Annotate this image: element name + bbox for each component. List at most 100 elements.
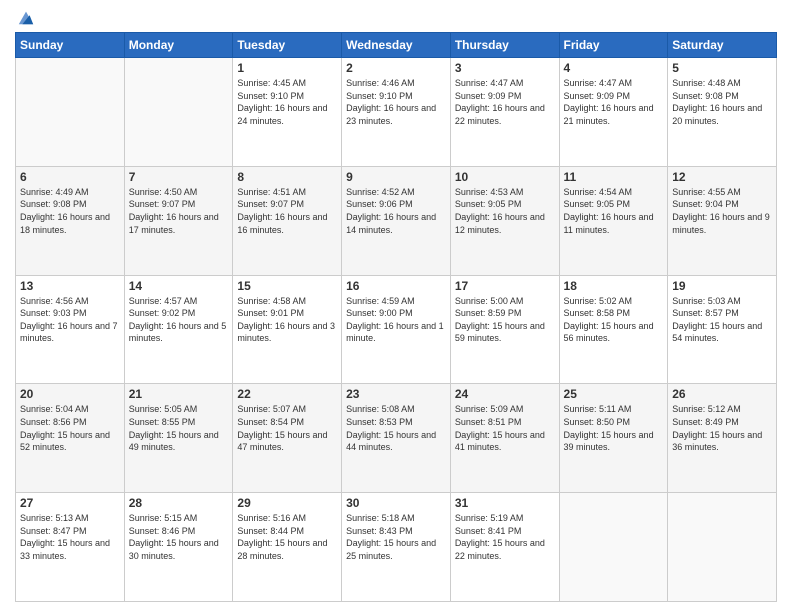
calendar-cell: 11 Sunrise: 4:54 AMSunset: 9:05 PMDayligh… [559, 166, 668, 275]
cell-info: Sunrise: 5:15 AMSunset: 8:46 PMDaylight:… [129, 512, 229, 562]
calendar-cell: 15 Sunrise: 4:58 AMSunset: 9:01 PMDayligh… [233, 275, 342, 384]
page: SundayMondayTuesdayWednesdayThursdayFrid… [0, 0, 792, 612]
day-number: 13 [20, 279, 120, 293]
calendar-cell: 18 Sunrise: 5:02 AMSunset: 8:58 PMDayligh… [559, 275, 668, 384]
calendar-cell: 7 Sunrise: 4:50 AMSunset: 9:07 PMDaylight… [124, 166, 233, 275]
cell-info: Sunrise: 5:18 AMSunset: 8:43 PMDaylight:… [346, 512, 446, 562]
weekday-header-friday: Friday [559, 33, 668, 58]
calendar-cell [16, 58, 125, 167]
calendar-week-row: 1 Sunrise: 4:45 AMSunset: 9:10 PMDaylight… [16, 58, 777, 167]
cell-info: Sunrise: 4:46 AMSunset: 9:10 PMDaylight:… [346, 77, 446, 127]
calendar-cell: 10 Sunrise: 4:53 AMSunset: 9:05 PMDayligh… [450, 166, 559, 275]
cell-info: Sunrise: 4:59 AMSunset: 9:00 PMDaylight:… [346, 295, 446, 345]
calendar-cell: 28 Sunrise: 5:15 AMSunset: 8:46 PMDayligh… [124, 493, 233, 602]
day-number: 21 [129, 387, 229, 401]
logo-icon [17, 8, 35, 26]
calendar-week-row: 13 Sunrise: 4:56 AMSunset: 9:03 PMDayligh… [16, 275, 777, 384]
day-number: 8 [237, 170, 337, 184]
calendar-cell: 20 Sunrise: 5:04 AMSunset: 8:56 PMDayligh… [16, 384, 125, 493]
calendar-cell: 19Sunrise: 5:03 AMSunset: 8:57 PMDayligh… [668, 275, 777, 384]
day-number: 18 [564, 279, 664, 293]
weekday-header-row: SundayMondayTuesdayWednesdayThursdayFrid… [16, 33, 777, 58]
day-number: 28 [129, 496, 229, 510]
calendar-cell: 30Sunrise: 5:18 AMSunset: 8:43 PMDayligh… [342, 493, 451, 602]
day-number: 26 [672, 387, 772, 401]
cell-info: Sunrise: 5:13 AMSunset: 8:47 PMDaylight:… [20, 512, 120, 562]
calendar-cell: 22Sunrise: 5:07 AMSunset: 8:54 PMDayligh… [233, 384, 342, 493]
calendar-cell: 24 Sunrise: 5:09 AMSunset: 8:51 PMDayligh… [450, 384, 559, 493]
cell-info: Sunrise: 4:47 AMSunset: 9:09 PMDaylight:… [455, 77, 555, 127]
day-number: 4 [564, 61, 664, 75]
calendar-cell: 2 Sunrise: 4:46 AMSunset: 9:10 PMDaylight… [342, 58, 451, 167]
calendar-cell: 5Sunrise: 4:48 AMSunset: 9:08 PMDaylight… [668, 58, 777, 167]
weekday-header-thursday: Thursday [450, 33, 559, 58]
calendar-cell: 25Sunrise: 5:11 AMSunset: 8:50 PMDayligh… [559, 384, 668, 493]
cell-info: Sunrise: 5:00 AMSunset: 8:59 PMDaylight:… [455, 295, 555, 345]
calendar-cell: 1 Sunrise: 4:45 AMSunset: 9:10 PMDaylight… [233, 58, 342, 167]
cell-info: Sunrise: 4:50 AMSunset: 9:07 PMDaylight:… [129, 186, 229, 236]
day-number: 16 [346, 279, 446, 293]
logo [15, 10, 35, 26]
day-number: 31 [455, 496, 555, 510]
calendar-cell [668, 493, 777, 602]
calendar-cell: 17Sunrise: 5:00 AMSunset: 8:59 PMDayligh… [450, 275, 559, 384]
cell-info: Sunrise: 4:56 AMSunset: 9:03 PMDaylight:… [20, 295, 120, 345]
day-number: 29 [237, 496, 337, 510]
day-number: 23 [346, 387, 446, 401]
day-number: 22 [237, 387, 337, 401]
cell-info: Sunrise: 4:58 AMSunset: 9:01 PMDaylight:… [237, 295, 337, 345]
cell-info: Sunrise: 4:57 AMSunset: 9:02 PMDaylight:… [129, 295, 229, 345]
calendar-cell: 8 Sunrise: 4:51 AMSunset: 9:07 PMDaylight… [233, 166, 342, 275]
calendar-cell: 23Sunrise: 5:08 AMSunset: 8:53 PMDayligh… [342, 384, 451, 493]
calendar-cell: 13 Sunrise: 4:56 AMSunset: 9:03 PMDayligh… [16, 275, 125, 384]
day-number: 1 [237, 61, 337, 75]
cell-info: Sunrise: 4:54 AMSunset: 9:05 PMDaylight:… [564, 186, 664, 236]
cell-info: Sunrise: 4:52 AMSunset: 9:06 PMDaylight:… [346, 186, 446, 236]
day-number: 2 [346, 61, 446, 75]
day-number: 10 [455, 170, 555, 184]
day-number: 15 [237, 279, 337, 293]
calendar-cell: 3 Sunrise: 4:47 AMSunset: 9:09 PMDaylight… [450, 58, 559, 167]
weekday-header-tuesday: Tuesday [233, 33, 342, 58]
day-number: 14 [129, 279, 229, 293]
calendar-cell: 4 Sunrise: 4:47 AMSunset: 9:09 PMDaylight… [559, 58, 668, 167]
day-number: 7 [129, 170, 229, 184]
cell-info: Sunrise: 4:53 AMSunset: 9:05 PMDaylight:… [455, 186, 555, 236]
cell-info: Sunrise: 4:51 AMSunset: 9:07 PMDaylight:… [237, 186, 337, 236]
calendar-week-row: 20 Sunrise: 5:04 AMSunset: 8:56 PMDayligh… [16, 384, 777, 493]
calendar-cell: 31 Sunrise: 5:19 AMSunset: 8:41 PMDayligh… [450, 493, 559, 602]
calendar-cell: 6 Sunrise: 4:49 AMSunset: 9:08 PMDaylight… [16, 166, 125, 275]
day-number: 3 [455, 61, 555, 75]
weekday-header-saturday: Saturday [668, 33, 777, 58]
weekday-header-monday: Monday [124, 33, 233, 58]
day-number: 20 [20, 387, 120, 401]
cell-info: Sunrise: 5:05 AMSunset: 8:55 PMDaylight:… [129, 403, 229, 453]
calendar-cell [124, 58, 233, 167]
day-number: 6 [20, 170, 120, 184]
calendar-cell: 21 Sunrise: 5:05 AMSunset: 8:55 PMDayligh… [124, 384, 233, 493]
day-number: 24 [455, 387, 555, 401]
cell-info: Sunrise: 5:19 AMSunset: 8:41 PMDaylight:… [455, 512, 555, 562]
cell-info: Sunrise: 4:49 AMSunset: 9:08 PMDaylight:… [20, 186, 120, 236]
calendar-cell: 12Sunrise: 4:55 AMSunset: 9:04 PMDayligh… [668, 166, 777, 275]
calendar-cell: 27 Sunrise: 5:13 AMSunset: 8:47 PMDayligh… [16, 493, 125, 602]
cell-info: Sunrise: 4:45 AMSunset: 9:10 PMDaylight:… [237, 77, 337, 127]
calendar-cell: 14 Sunrise: 4:57 AMSunset: 9:02 PMDayligh… [124, 275, 233, 384]
header [15, 10, 777, 26]
calendar-week-row: 27 Sunrise: 5:13 AMSunset: 8:47 PMDayligh… [16, 493, 777, 602]
cell-info: Sunrise: 5:12 AMSunset: 8:49 PMDaylight:… [672, 403, 772, 453]
calendar-cell: 26 Sunrise: 5:12 AMSunset: 8:49 PMDayligh… [668, 384, 777, 493]
cell-info: Sunrise: 4:47 AMSunset: 9:09 PMDaylight:… [564, 77, 664, 127]
cell-info: Sunrise: 5:02 AMSunset: 8:58 PMDaylight:… [564, 295, 664, 345]
day-number: 27 [20, 496, 120, 510]
day-number: 11 [564, 170, 664, 184]
cell-info: Sunrise: 5:09 AMSunset: 8:51 PMDaylight:… [455, 403, 555, 453]
day-number: 25 [564, 387, 664, 401]
calendar-cell: 9Sunrise: 4:52 AMSunset: 9:06 PMDaylight… [342, 166, 451, 275]
day-number: 5 [672, 61, 772, 75]
cell-info: Sunrise: 5:04 AMSunset: 8:56 PMDaylight:… [20, 403, 120, 453]
cell-info: Sunrise: 4:55 AMSunset: 9:04 PMDaylight:… [672, 186, 772, 236]
calendar-cell [559, 493, 668, 602]
weekday-header-sunday: Sunday [16, 33, 125, 58]
day-number: 19 [672, 279, 772, 293]
